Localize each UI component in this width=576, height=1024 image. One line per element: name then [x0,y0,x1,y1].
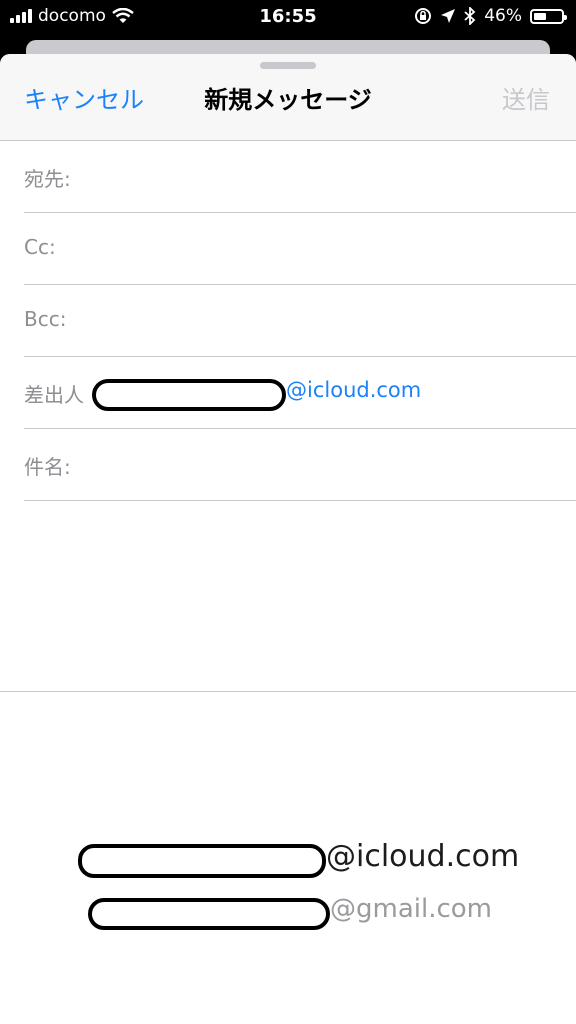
to-label: 宛先: [24,167,71,191]
status-bar: docomo 16:55 46% [0,0,576,34]
subject-field[interactable]: 件名: [24,429,576,501]
bluetooth-icon [464,7,476,25]
location-icon [441,9,456,23]
orientation-lock-icon [415,8,432,24]
bcc-field[interactable]: Bcc: [24,285,576,357]
battery-fill [534,12,546,20]
message-body[interactable] [0,501,576,691]
redacted-secondary-account [88,898,330,930]
to-field[interactable]: 宛先: [24,141,576,213]
subject-label: 件名: [24,455,71,479]
cc-field[interactable]: Cc: [24,213,576,285]
sheet-grabber[interactable] [260,62,316,69]
status-right: 46% [414,6,567,26]
account-option-gmail[interactable]: @gmail.com [330,894,492,924]
redacted-from-address [92,379,286,411]
bcc-label: Bcc: [24,307,67,331]
battery-percent: 46% [484,6,522,26]
battery-icon [530,8,567,24]
compose-header: キャンセル 新規メッセージ 送信 [0,54,576,141]
page-title: 新規メッセージ [204,86,372,114]
from-domain: @icloud.com [286,378,422,402]
account-option-icloud[interactable]: @icloud.com [326,839,519,874]
battery-tip [564,14,567,20]
send-button[interactable]: 送信 [502,80,550,115]
from-field[interactable]: 差出人 @icloud.com [24,357,576,429]
compose-sheet: キャンセル 新規メッセージ 送信 宛先: Cc: Bcc: 差出人 @iclou… [0,54,576,1024]
from-label: 差出人 [24,383,84,407]
redacted-primary-account [78,844,326,878]
cc-label: Cc: [24,235,56,259]
